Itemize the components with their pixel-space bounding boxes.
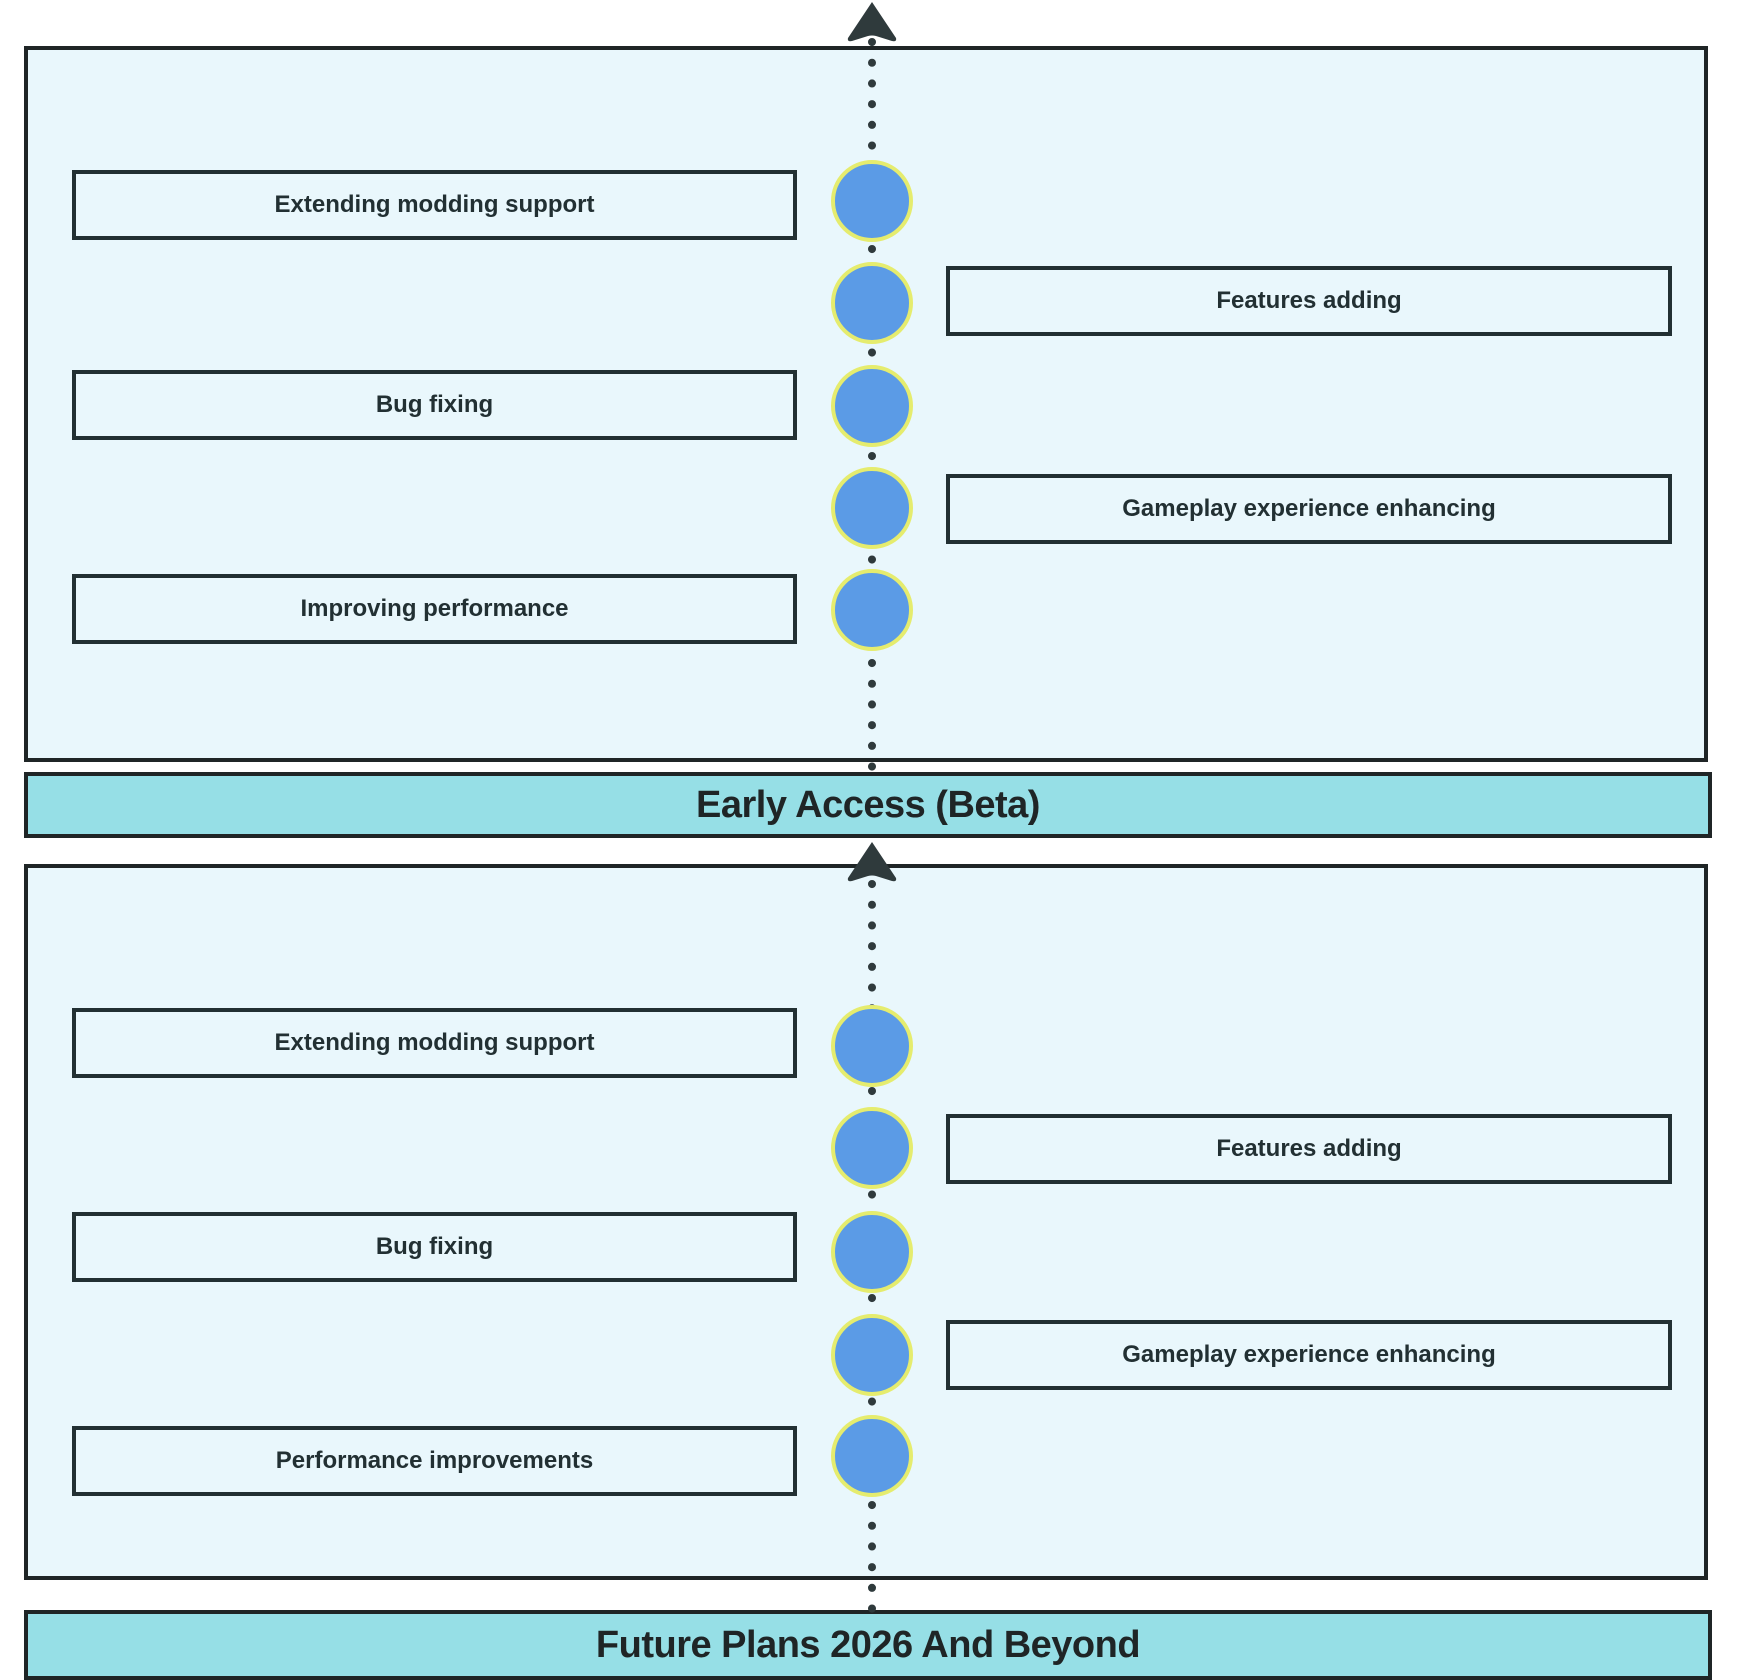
milestone-label: Performance improvements [275,1447,594,1474]
milestone-label: Improving performance [300,595,569,622]
milestone-box: Features adding [946,1114,1672,1184]
milestone-box: Performance improvements [72,1426,797,1496]
milestone-label: Bug fixing [375,1233,494,1260]
milestone-box: Gameplay experience enhancing [946,1320,1672,1390]
phase-banner-early-access: Early Access (Beta) [24,772,1712,838]
milestone-box: Features adding [946,266,1672,336]
milestone-label: Features adding [1216,287,1402,314]
milestone-label: Extending modding support [274,191,595,218]
milestone-box: Improving performance [72,574,797,644]
milestone-box: Gameplay experience enhancing [946,474,1672,544]
milestone-box: Extending modding support [72,1008,797,1078]
phase-title: Future Plans 2026 And Beyond [595,1623,1141,1666]
milestone-box: Bug fixing [72,370,797,440]
phase-title: Early Access (Beta) [696,783,1040,826]
phase-banner-future-plans: Future Plans 2026 And Beyond [24,1610,1712,1680]
milestone-label: Gameplay experience enhancing [1122,1341,1496,1368]
milestone-box: Extending modding support [72,170,797,240]
arrow-up-icon [847,2,897,42]
milestone-box: Bug fixing [72,1212,797,1282]
milestone-label: Features adding [1216,1135,1402,1162]
milestone-label: Bug fixing [375,391,494,418]
milestone-label: Gameplay experience enhancing [1122,495,1496,522]
milestone-label: Extending modding support [274,1029,595,1056]
